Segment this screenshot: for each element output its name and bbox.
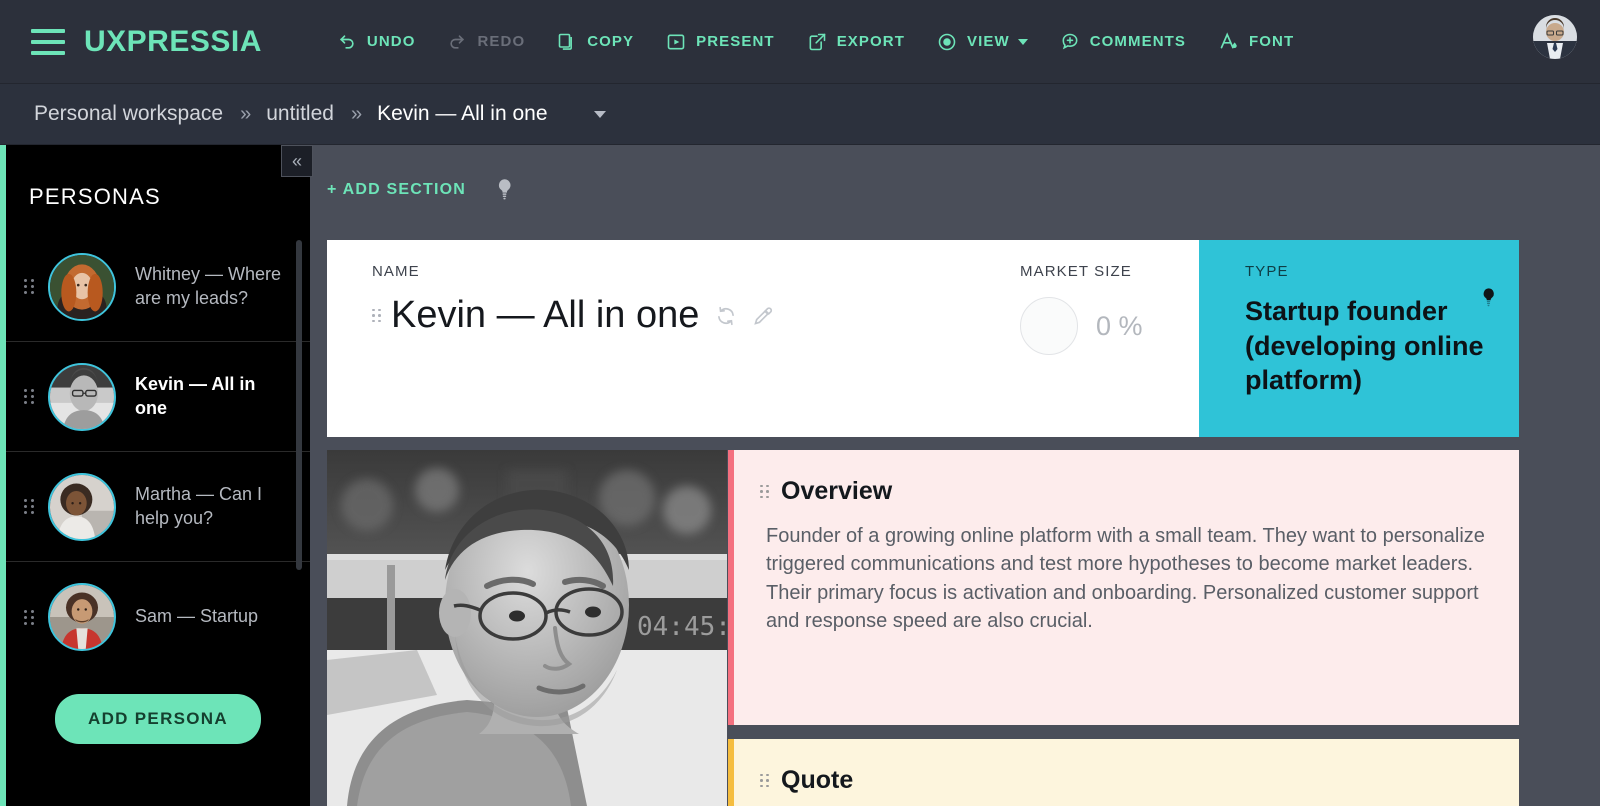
breadcrumb: Personal workspace » untitled » Kevin — … [0,84,1600,145]
persona-header-card: NAME Kevin — All in one MARKET SIZE 0 % … [327,240,1519,437]
sidebar-title: PERSONAS [29,184,161,209]
undo-label: UNDO [366,33,416,50]
drag-handle-icon[interactable] [24,278,36,296]
name-value-row: Kevin — All in one [372,294,999,337]
market-size-row: 0 % [1020,297,1199,355]
lightbulb-icon[interactable] [1481,287,1496,308]
type-label: TYPE [1245,263,1289,280]
drag-handle-icon[interactable] [760,484,769,499]
persona-list-item-kevin[interactable]: Kevin — All in one [6,342,310,452]
persona-canvas: + ADD SECTION NAME Kevin — All in one MA… [310,145,1600,806]
market-size-block: MARKET SIZE 0 % [999,240,1199,437]
svg-text:04:45:4: 04:45:4 [637,612,727,642]
market-size-label: MARKET SIZE [1020,263,1132,280]
section-body[interactable]: Founder of a growing online platform wit… [734,506,1519,636]
copy-label: COPY [587,33,635,50]
redo-icon [447,32,467,52]
toolbar-actions: UNDO REDO COPY PRESENT EXPORT VIEW COMME… [337,31,1326,52]
persona-name: Sam — Startup [135,606,259,627]
martha-avatar [48,472,116,541]
present-label: PRESENT [696,33,775,50]
export-label: EXPORT [836,33,905,50]
view-button[interactable]: VIEW [937,32,1028,52]
sam-avatar [48,583,116,651]
persona-list-item-whitney[interactable]: Whitney — Where are my leads? [6,232,310,342]
persona-photo-image: 04:45:4 [327,450,727,806]
breadcrumb-separator-icon: » [240,102,251,125]
user-avatar[interactable] [1533,15,1577,59]
eye-icon [937,32,957,52]
section-overview[interactable]: Overview Founder of a growing online pla… [728,450,1519,725]
drag-handle-icon[interactable] [372,308,381,323]
whitney-avatar [48,252,116,321]
breadcrumb-item-workspace[interactable]: Personal workspace [34,102,223,126]
persona-photo[interactable]: 04:45:4 [327,450,727,806]
section-header: Overview [734,450,1519,506]
drag-handle-icon[interactable] [760,773,769,788]
export-button[interactable]: EXPORT [807,32,905,52]
breadcrumb-item-persona[interactable]: Kevin — All in one [377,102,547,126]
persona-list: Whitney — Where are my leads? Kevin — Al… [6,232,310,744]
undo-button[interactable]: UNDO [337,32,416,52]
add-section-button[interactable]: + ADD SECTION [327,181,466,199]
kevin-avatar [48,362,116,431]
font-button[interactable]: FONT [1218,31,1294,52]
redo-label: REDO [477,33,526,50]
name-label: NAME [372,263,420,280]
redo-button[interactable]: REDO [447,32,525,52]
breadcrumb-separator-icon: » [350,102,362,125]
chevron-down-icon [1017,38,1028,45]
lightbulb-icon[interactable] [496,178,513,201]
eyedropper-icon[interactable] [753,306,773,326]
persona-name: Kevin — All in one [135,374,256,418]
persona-name-value[interactable]: Kevin — All in one [391,294,699,337]
section-title: Overview [781,477,893,505]
copy-icon [557,32,577,52]
app-logo[interactable]: UXPRESSIA [84,25,262,59]
section-header: Quote [734,739,1519,795]
breadcrumb-item-project[interactable]: untitled [266,102,334,126]
market-size-dial[interactable] [1020,297,1078,355]
font-icon [1218,31,1239,52]
persona-name: Whitney — Where are my leads? [135,264,282,308]
refresh-icon[interactable] [716,306,736,326]
section-title: Quote [781,766,854,794]
present-button[interactable]: PRESENT [666,32,775,52]
market-size-value[interactable]: 0 % [1096,311,1143,342]
sidebar-collapse-button[interactable]: « [281,145,313,177]
section-quote[interactable]: Quote [728,739,1519,806]
add-persona-button[interactable]: ADD PERSONA [55,694,261,744]
persona-name: Martha — Can I help you? [135,484,263,528]
user-avatar-image [1533,15,1577,59]
type-block: TYPE Startup founder (developing online … [1199,240,1519,437]
drag-handle-icon[interactable] [24,498,36,516]
present-icon [666,32,686,52]
hamburger-icon[interactable] [31,28,65,55]
comment-plus-icon [1060,32,1080,52]
persona-list-item-martha[interactable]: Martha — Can I help you? [6,452,310,562]
undo-icon [337,32,357,52]
copy-button[interactable]: COPY [557,32,634,52]
drag-handle-icon[interactable] [24,608,36,626]
personas-sidebar: PERSONAS Whitney — Where are my leads? K… [0,145,310,806]
breadcrumb-dropdown-icon[interactable] [593,110,606,118]
view-label: VIEW [966,33,1010,50]
persona-list-item-sam[interactable]: Sam — Startup [6,562,310,672]
font-label: FONT [1249,33,1295,50]
comments-label: COMMENTS [1089,33,1187,50]
drag-handle-icon[interactable] [24,388,36,406]
name-field-block: NAME Kevin — All in one [327,240,999,437]
canvas-actions: + ADD SECTION [310,145,1600,201]
sidebar-scrollbar[interactable] [296,240,302,570]
type-value[interactable]: Startup founder (developing online platf… [1245,294,1485,398]
export-icon [807,32,827,52]
comments-button[interactable]: COMMENTS [1060,32,1186,52]
top-toolbar: UXPRESSIA UNDO REDO COPY PRESENT EXPORT … [0,0,1600,84]
add-persona-container: ADD PERSONA [6,672,310,744]
